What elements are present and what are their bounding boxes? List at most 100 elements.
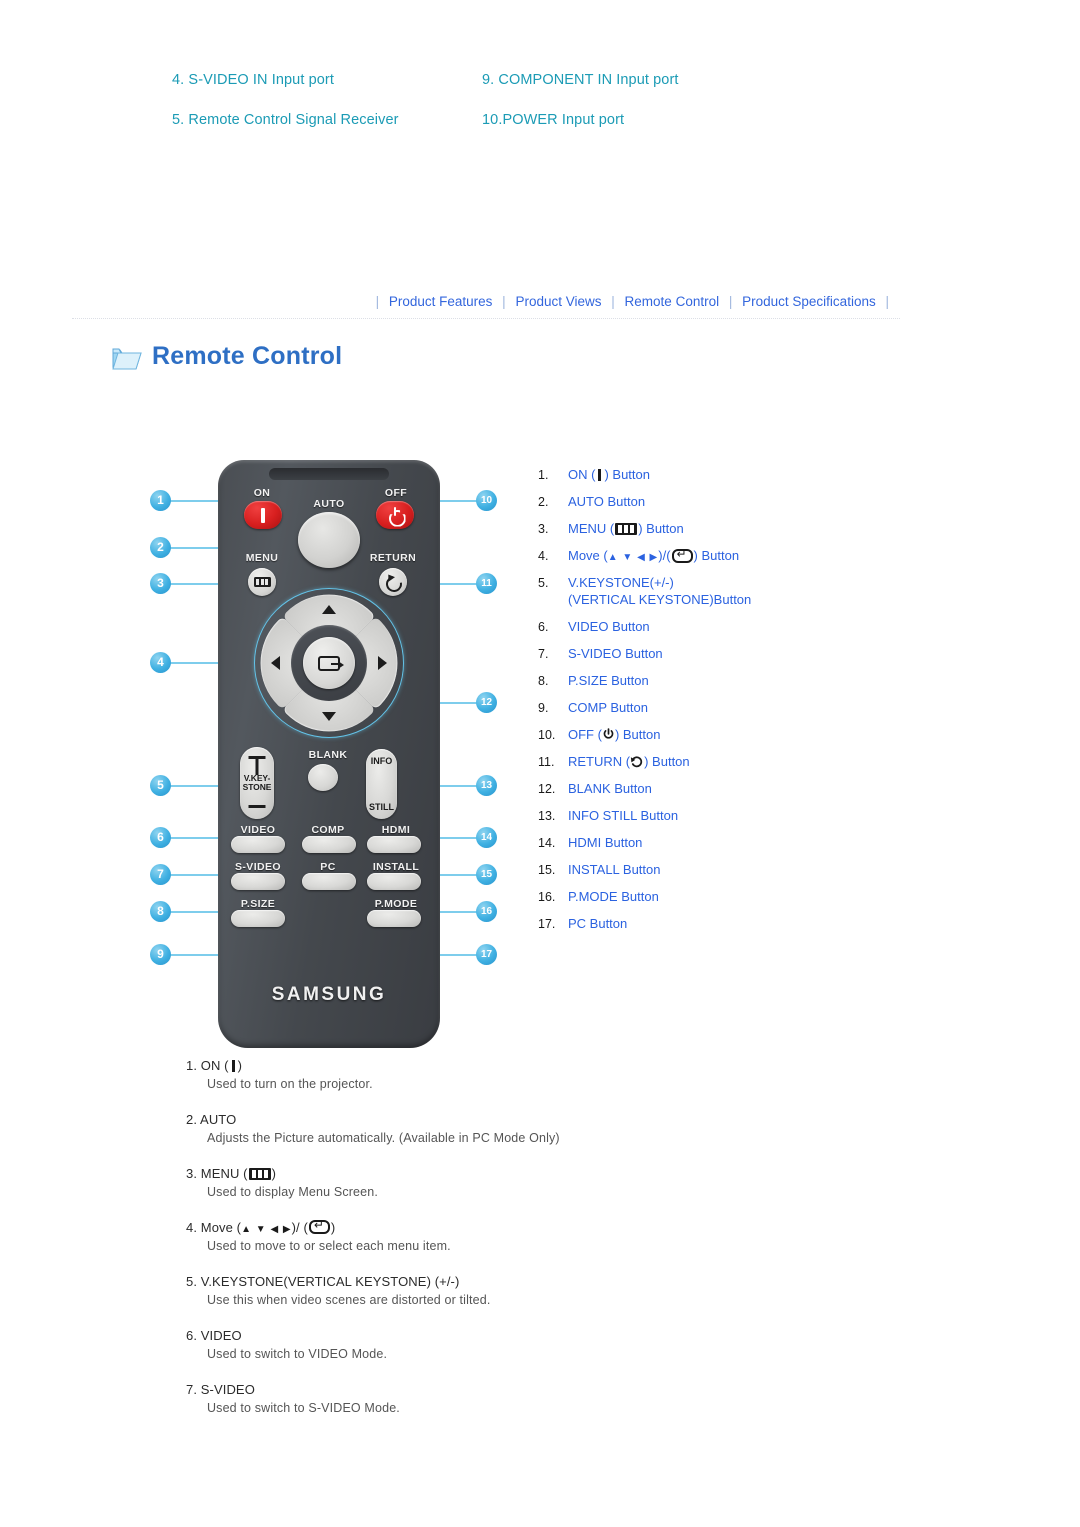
button-legend-list: 1. ON () Button 2. AUTO Button 3. MENU (… (538, 466, 938, 942)
description-body: Used to switch to S-VIDEO Mode. (207, 1401, 400, 1415)
description-body: Used to turn on the projector. (207, 1077, 373, 1091)
nav-link-product-views[interactable]: Product Views (515, 294, 601, 309)
pmode-button[interactable] (367, 910, 421, 927)
legend-label: MENU () Button (568, 520, 684, 537)
on-button[interactable] (244, 501, 282, 529)
description-body: Used to display Menu Screen. (207, 1185, 378, 1199)
callout-2[interactable]: 2 (150, 537, 171, 558)
ir-window (269, 468, 389, 480)
callout-11[interactable]: 11 (476, 573, 497, 594)
callout-17[interactable]: 17 (476, 944, 497, 965)
video-button[interactable] (231, 836, 285, 853)
label-menu: MENU (245, 552, 279, 564)
label-psize: P.SIZE (240, 898, 276, 910)
label-svideo: S-VIDEO (235, 861, 281, 873)
callout-3[interactable]: 3 (150, 573, 171, 594)
callout-7[interactable]: 7 (150, 864, 171, 885)
auto-button[interactable] (298, 512, 360, 568)
blank-button[interactable] (308, 764, 338, 791)
psize-button[interactable] (231, 910, 285, 927)
legend-label: P.SIZE Button (568, 672, 649, 688)
callout-9[interactable]: 9 (150, 944, 171, 965)
description-title-text: AUTO (200, 1112, 237, 1127)
description-number: 4. (186, 1220, 198, 1235)
power-icon (387, 506, 404, 524)
description-title-text: V.KEYSTONE(VERTICAL KEYSTONE) (+/-) (200, 1274, 460, 1289)
legend-label: HDMI Button (568, 834, 643, 850)
hdmi-button[interactable] (367, 836, 421, 853)
legend-label: INFO STILL Button (568, 807, 679, 823)
description-5: 5. V.KEYSTONE(VERTICAL KEYSTONE) (+/-) U… (186, 1274, 886, 1307)
legend-number: 9. (538, 700, 549, 715)
legend-text-2: )/( (658, 548, 671, 563)
nav-link-product-features[interactable]: Product Features (389, 294, 493, 309)
nav-separator: | (728, 294, 733, 309)
legend-label: PC Button (568, 915, 628, 931)
button-descriptions: 1. ON () Used to turn on the projector. … (186, 1058, 886, 1436)
description-body: Used to switch to VIDEO Mode. (207, 1347, 388, 1361)
callout-16[interactable]: 16 (476, 901, 497, 922)
minus-icon (248, 805, 266, 808)
legend-item-11: 11. RETURN () Button (538, 753, 938, 771)
callout-6[interactable]: 6 (150, 827, 171, 848)
label-comp: COMP (311, 824, 345, 836)
nav-separator: | (611, 294, 615, 309)
nav-link-remote-control[interactable]: Remote Control (625, 294, 720, 309)
legend-text: ON ( (568, 467, 596, 482)
description-number: 2. (186, 1112, 198, 1127)
description-body: Use this when video scenes are distorted… (207, 1293, 491, 1307)
divider (72, 318, 900, 319)
legend-number: 8. (538, 673, 549, 688)
legend-item-16: 16. P.MODE Button (538, 888, 938, 906)
comp-button[interactable] (302, 836, 356, 853)
info-still-button[interactable]: INFO STILL (366, 749, 397, 819)
install-button[interactable] (367, 873, 421, 890)
callout-10[interactable]: 10 (476, 490, 497, 511)
description-title: 3. MENU () (186, 1166, 886, 1181)
callout-8[interactable]: 8 (150, 901, 171, 922)
legend-number: 14. (538, 835, 556, 850)
legend-item-13: 13. INFO STILL Button (538, 807, 938, 825)
vkeystone-button[interactable]: V.KEY- STONE (240, 747, 274, 819)
callout-15[interactable]: 15 (476, 864, 497, 885)
label-pc: PC (320, 861, 336, 873)
description-number: 5. (186, 1274, 198, 1289)
legend-label: OFF () Button (568, 726, 660, 743)
plus-icon (248, 756, 266, 775)
nav-separator: | (502, 294, 506, 309)
legend-number: 6. (538, 619, 549, 634)
port-item-4: 4. S-VIDEO IN Input port (172, 72, 334, 88)
enter-button[interactable] (303, 637, 355, 689)
callout-4[interactable]: 4 (150, 652, 171, 673)
pc-button[interactable] (302, 873, 356, 890)
legend-text: MENU ( (568, 521, 615, 536)
legend-label: P.MODE Button (568, 888, 659, 904)
legend-number: 17. (538, 916, 556, 931)
off-button[interactable] (376, 501, 414, 529)
description-title-text: MENU ( (200, 1166, 248, 1181)
callout-1[interactable]: 1 (150, 490, 171, 511)
remote-control-diagram: 1 2 3 4 5 6 7 8 9 10 11 12 13 14 15 16 1… (148, 455, 518, 1055)
callout-13[interactable]: 13 (476, 775, 497, 796)
legend-text: OFF ( (568, 726, 602, 742)
still-label: STILL (369, 802, 394, 812)
label-blank: BLANK (308, 749, 348, 761)
legend-number: 5. (538, 576, 549, 590)
label-auto: AUTO (313, 498, 345, 510)
port-row: 4. S-VIDEO IN Input port 9. COMPONENT IN… (172, 72, 892, 88)
callout-14[interactable]: 14 (476, 827, 497, 848)
svideo-button[interactable] (231, 873, 285, 890)
menu-icon (253, 577, 271, 587)
nav-link-product-specifications[interactable]: Product Specifications (742, 294, 876, 309)
port-col-right: 9. COMPONENT IN Input port (482, 72, 792, 88)
legend-number: 3. (538, 522, 549, 536)
port-row: 5. Remote Control Signal Receiver 10.POW… (172, 112, 892, 128)
callout-12[interactable]: 12 (476, 692, 497, 713)
legend-item-8: 8. P.SIZE Button (538, 672, 938, 690)
breadcrumb: | Product Features | Product Views | Rem… (0, 294, 1080, 309)
callout-5[interactable]: 5 (150, 775, 171, 796)
legend-number: 13. (538, 808, 556, 823)
description-title-text: VIDEO (200, 1328, 242, 1343)
description-number: 6. (186, 1328, 198, 1343)
arrow-up-icon (322, 605, 336, 614)
